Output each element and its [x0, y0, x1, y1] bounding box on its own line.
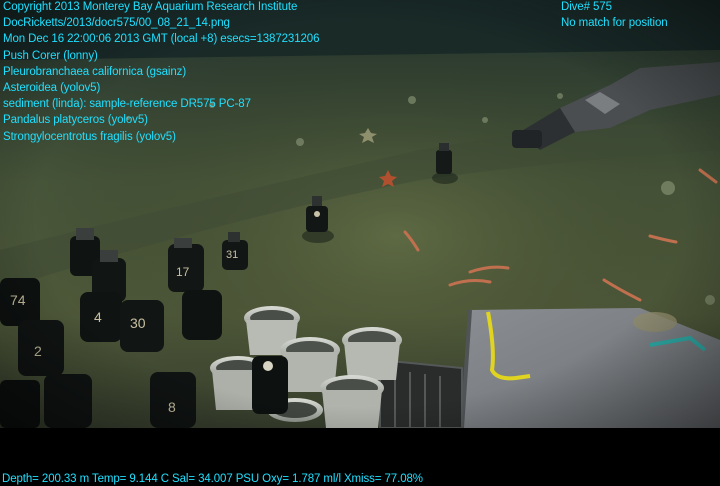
- annotation-line: Push Corer (lonny): [3, 49, 98, 62]
- copyright-line: Copyright 2013 Monterey Bay Aquarium Res…: [3, 1, 298, 13]
- overlay-annotations-left: Copyright 2013 Monterey Bay Aquarium Res…: [3, 0, 320, 145]
- annotation-line: Pandalus platyceros (yolov5): [3, 114, 148, 127]
- overlay-annotations-right: Dive# 575 No match for position: [561, 0, 668, 31]
- annotation-line: sediment (linda): sample-reference DR575…: [3, 98, 251, 111]
- annotation-line: Asteroidea (yolov5): [3, 81, 101, 94]
- annotation-line: Pleurobranchaea californica (gsainz): [3, 65, 187, 78]
- image-path-line: DocRicketts/2013/docr575/00_08_21_14.png: [3, 17, 230, 30]
- timestamp-line: Mon Dec 16 22:00:06 2013 GMT (local +8) …: [3, 33, 320, 46]
- annotation-line: Strongylocentrotus fragilis (yolov5): [3, 130, 176, 143]
- sensor-readout: Depth= 200.33 m Temp= 9.144 C Sal= 34.00…: [2, 473, 423, 485]
- video-frame: 31 74 2 4: [0, 0, 720, 486]
- dive-number: Dive# 575: [561, 1, 612, 13]
- position-status: No match for position: [561, 17, 668, 30]
